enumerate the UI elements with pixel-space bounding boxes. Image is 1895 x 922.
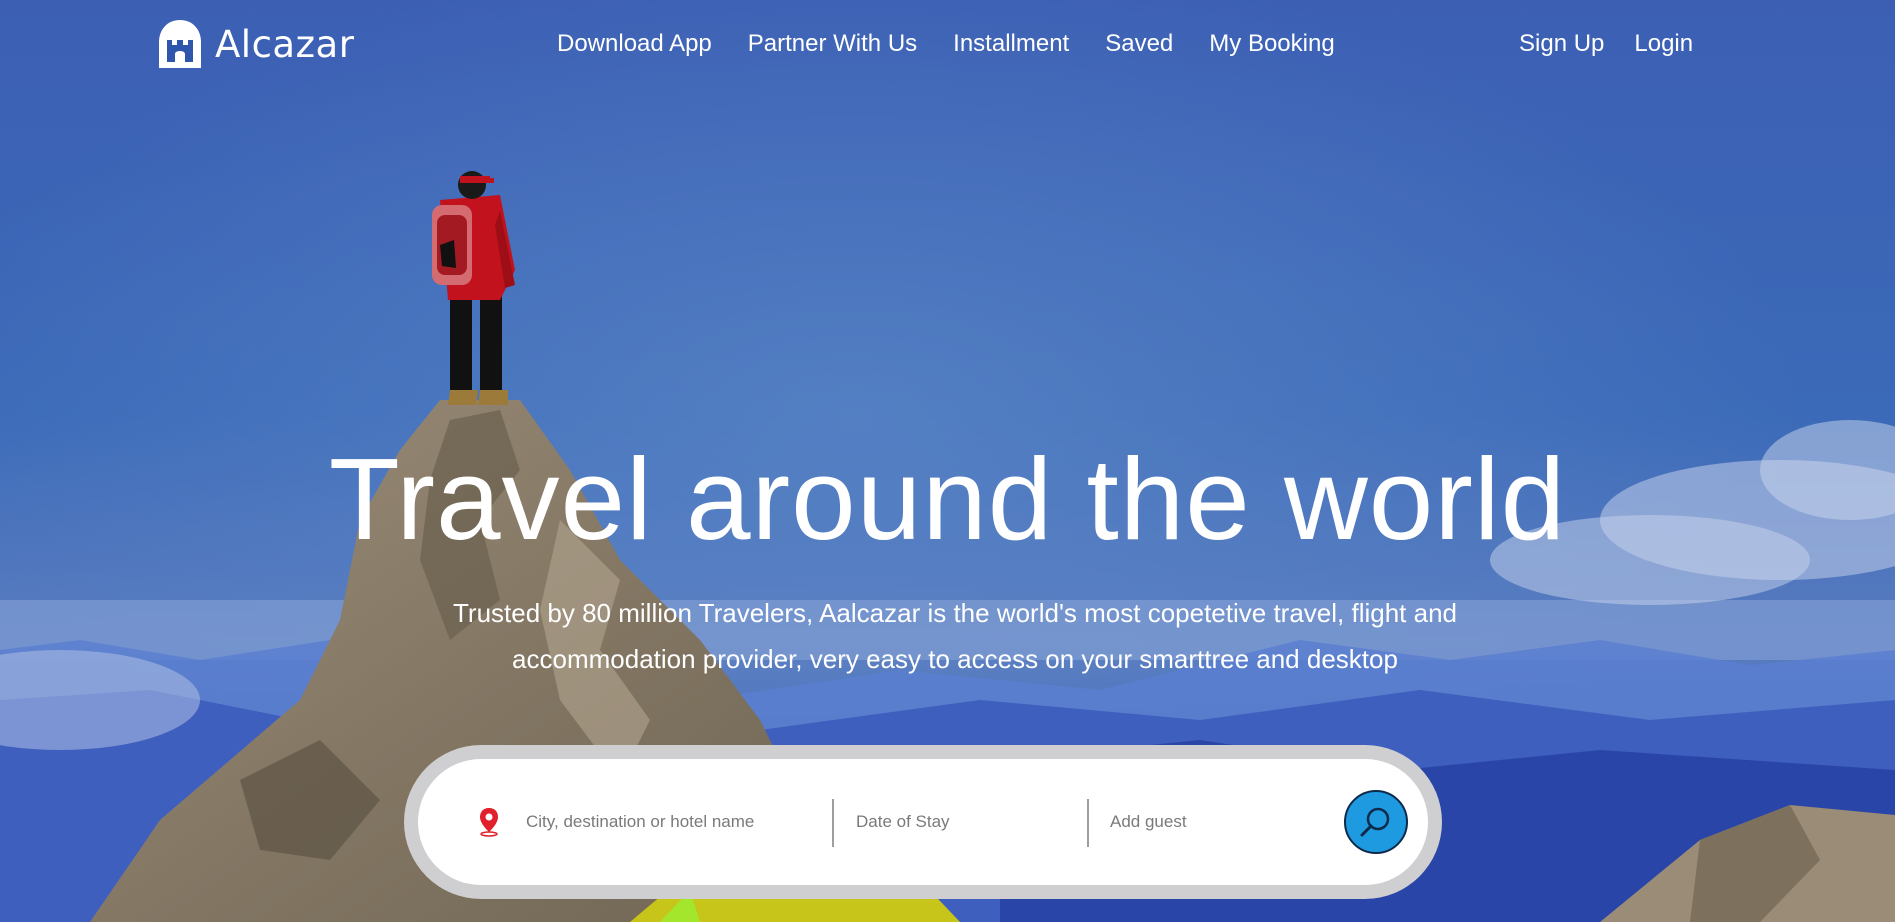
castle-icon: [159, 20, 201, 68]
login-link[interactable]: Login: [1634, 30, 1693, 58]
auth-links: Sign Up Login: [1519, 30, 1693, 58]
search-bar-inner: [418, 759, 1428, 885]
search-bar: [404, 745, 1442, 899]
search-icon: [1360, 807, 1390, 837]
nav-saved[interactable]: Saved: [1105, 30, 1173, 58]
map-pin-icon: [480, 808, 498, 837]
nav-installment[interactable]: Installment: [953, 30, 1069, 58]
search-divider: [832, 799, 834, 847]
sign-up-link[interactable]: Sign Up: [1519, 30, 1604, 58]
search-divider: [1087, 799, 1089, 847]
brand-name: Alcazar: [215, 22, 355, 66]
search-button[interactable]: [1344, 790, 1408, 854]
hero-subtitle: Trusted by 80 million Travelers, Aalcaza…: [453, 598, 1457, 674]
main-nav: Download App Partner With Us Installment…: [557, 30, 1335, 58]
add-guest-input[interactable]: [1110, 798, 1310, 846]
destination-input[interactable]: [526, 798, 756, 846]
nav-partner-with-us[interactable]: Partner With Us: [748, 30, 917, 58]
date-of-stay-input[interactable]: [856, 798, 1056, 846]
top-navbar: Alcazar Download App Partner With Us Ins…: [0, 0, 1895, 90]
brand-logo[interactable]: Alcazar: [157, 18, 354, 70]
nav-download-app[interactable]: Download App: [557, 30, 712, 58]
hero-headline: Travel around the world: [328, 434, 1567, 564]
nav-my-booking[interactable]: My Booking: [1209, 30, 1334, 58]
